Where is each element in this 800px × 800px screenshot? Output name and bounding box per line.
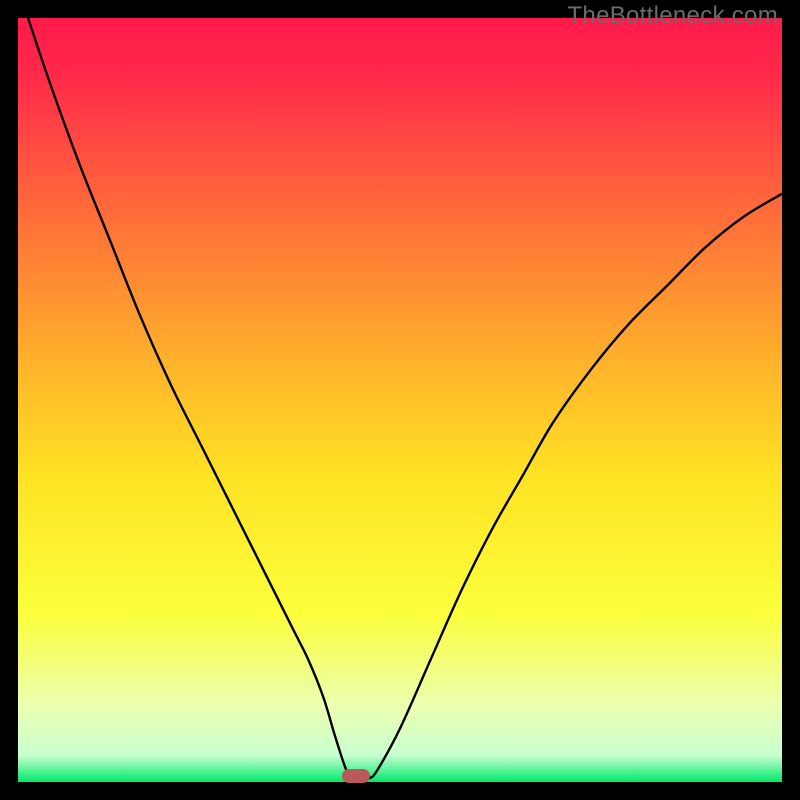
watermark-label: TheBottleneck.com	[567, 2, 778, 30]
chart-frame	[18, 18, 782, 782]
gradient-background	[18, 18, 782, 782]
optimal-point-marker	[342, 769, 370, 783]
bottleneck-chart	[18, 18, 782, 782]
